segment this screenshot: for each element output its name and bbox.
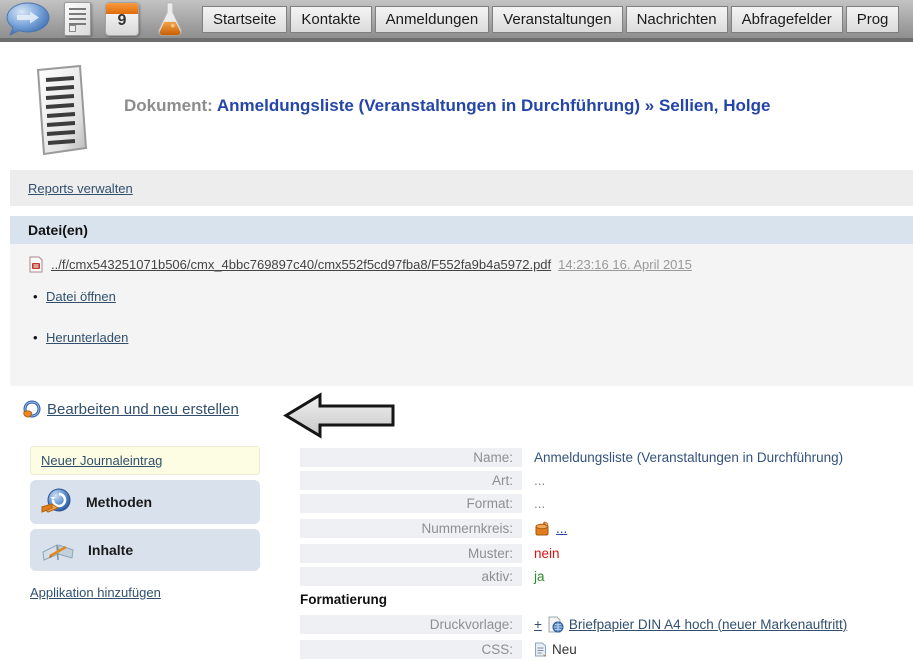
expand-plus-link[interactable]: + [534,617,542,632]
applikation-hinzufuegen-link[interactable]: Applikation hinzufügen [30,585,161,600]
doc-person-link[interactable]: Sellien, Holge [659,96,770,115]
detail-value: Anmeldungsliste (Veranstaltungen in Durc… [522,450,843,465]
status-badge: ja [522,569,545,584]
detail-label: Muster: [300,544,522,563]
nav-icon-group: 9 [0,1,194,37]
detail-row-format: Format: ... [300,492,913,514]
breadcrumb-separator: » [645,96,654,115]
reports-verwalten-link[interactable]: Reports verwalten [28,181,133,196]
detail-row-name: Name: Anmeldungsliste (Veranstaltungen i… [300,446,913,468]
detail-value: ... [522,496,545,511]
pdf-file-icon [28,256,44,273]
app-logo-icon[interactable] [6,2,50,36]
detail-label: Druckvorlage: [300,615,522,634]
add-application-row: Applikation hinzufügen [30,585,260,600]
detail-row-druckvorlage: Druckvorlage: + Briefpapier DIN A4 hoch … [300,611,913,637]
lab-flask-icon[interactable] [153,1,187,37]
detail-label: CSS: [300,640,522,659]
calendar-day: 9 [106,12,138,30]
main-menu: Startseite Kontakte Anmeldungen Veransta… [202,6,899,33]
doc-title-link[interactable]: Anmeldungsliste (Veranstaltungen in Durc… [217,96,640,115]
detail-row-nummernkreis: Nummernkreis: ... [300,515,913,541]
sidebar: Neuer Journaleintrag Methoden Inhalte [30,446,260,600]
detail-value: ... [522,520,567,537]
bearbeiten-neu-erstellen-link[interactable]: Bearbeiten und neu erstellen [47,401,239,418]
methods-icon [40,487,74,517]
tab-prog[interactable]: Prog [846,6,900,33]
detail-label: Format: [300,494,522,513]
detail-value: + Briefpapier DIN A4 hoch (neuer Markena… [522,616,847,633]
print-template-icon [547,616,564,633]
detail-label: aktiv: [300,567,522,586]
tab-veranstaltungen[interactable]: Veranstaltungen [492,6,622,33]
detail-label: Art: [300,471,522,490]
tab-abfragefelder[interactable]: Abfragefelder [731,6,843,33]
annotation-arrow-icon [283,392,397,439]
nummernkreis-link[interactable]: ... [556,521,567,536]
status-badge: nein [522,546,560,561]
tab-anmeldungen[interactable]: Anmeldungen [375,6,490,33]
file-row: ../f/cmx543251071b506/cmx_4bbc769897c40/… [10,244,913,273]
detail-row-css: CSS: Neu [300,638,913,660]
documents-icon[interactable] [64,2,91,36]
file-timestamp[interactable]: 14:23:16 16. April 2015 [558,257,692,272]
detail-label: Name: [300,448,522,467]
edit-row: Bearbeiten und neu erstellen [22,400,239,419]
inhalte-button[interactable]: Inhalte [30,529,260,571]
file-actions-list: Datei öffnen Herunterladen [10,289,913,345]
methoden-button[interactable]: Methoden [30,480,260,524]
inhalte-label: Inhalte [88,542,133,558]
contents-icon [40,536,76,564]
css-file-icon [534,642,547,657]
detail-label: Nummernkreis: [300,519,522,538]
page-title: Dokument: Anmeldungsliste (Veranstaltung… [124,96,913,116]
tab-startseite[interactable]: Startseite [202,6,287,33]
formatierung-section-header: Formatierung [300,588,913,611]
list-item: Herunterladen [46,330,913,345]
file-path-link[interactable]: ../f/cmx543251071b506/cmx_4bbc769897c40/… [51,257,551,272]
open-file-link[interactable]: Datei öffnen [46,289,116,304]
files-panel: Datei(en) ../f/cmx543251071b506/cmx_4bbc… [10,216,913,386]
tab-kontakte[interactable]: Kontakte [290,6,371,33]
briefpapier-link[interactable]: Briefpapier DIN A4 hoch (neuer Markenauf… [569,617,847,632]
detail-row-aktiv: aktiv: ja [300,565,913,587]
detail-row-muster: Muster: nein [300,542,913,564]
edit-recreate-icon [22,400,41,419]
reports-bar: Reports verwalten [10,170,913,206]
files-section-header: Datei(en) [10,216,913,244]
doc-type-label: Dokument: [124,96,213,115]
neuer-journaleintrag-link[interactable]: Neuer Journaleintrag [41,453,162,468]
journal-box: Neuer Journaleintrag [30,446,260,475]
detail-value: Neu [522,642,577,657]
top-navbar: 9 Startseite Kontakte Anmeldungen Verans… [0,0,913,42]
css-value: Neu [552,642,577,657]
detail-value: ... [522,473,545,488]
list-item: Datei öffnen [46,289,913,304]
details-panel: Name: Anmeldungsliste (Veranstaltungen i… [300,446,913,661]
document-icon [28,64,90,158]
detail-row-art: Art: ... [300,469,913,491]
methoden-label: Methoden [86,494,152,510]
tab-nachrichten[interactable]: Nachrichten [626,6,728,33]
calendar-icon[interactable]: 9 [105,2,139,36]
download-link[interactable]: Herunterladen [46,330,128,345]
nummernkreis-icon [534,520,551,537]
